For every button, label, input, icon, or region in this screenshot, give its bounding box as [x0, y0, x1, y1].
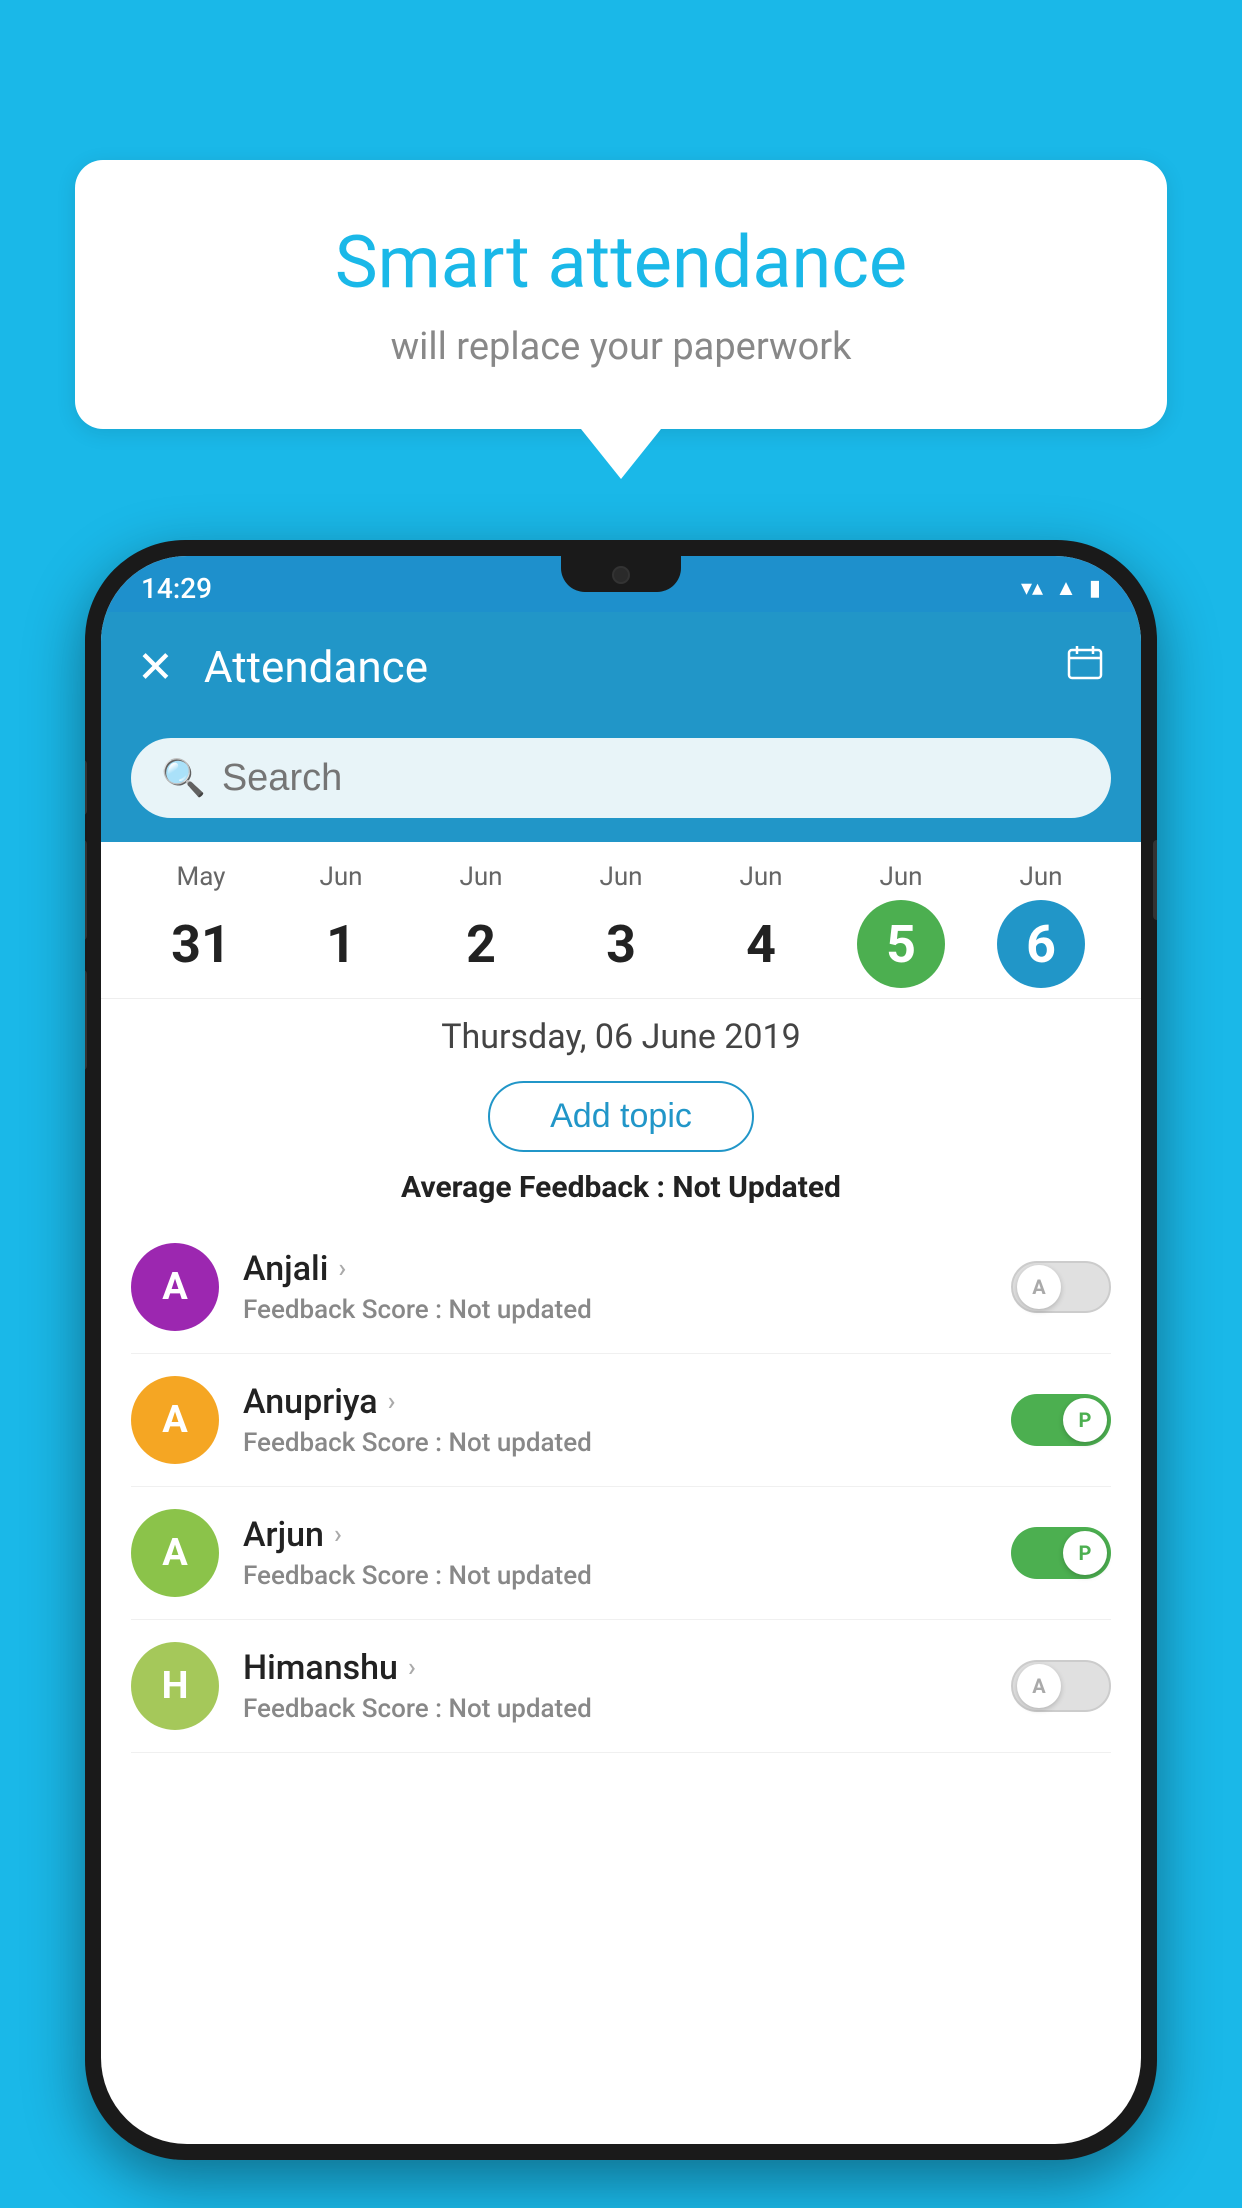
phone-side-btn-left-2	[85, 840, 87, 940]
calendar-date-5: 5	[857, 900, 945, 988]
speech-bubble-subtitle: will replace your paperwork	[155, 325, 1087, 369]
wifi-icon: ▾▴	[1021, 576, 1043, 601]
student-info-anupriya: Anupriya › Feedback Score : Not updated	[243, 1382, 987, 1458]
student-info-himanshu: Himanshu › Feedback Score : Not updated	[243, 1648, 987, 1724]
student-item-anjali[interactable]: A Anjali › Feedback Score : Not updated	[131, 1221, 1111, 1354]
app-bar: ✕ Attendance	[101, 612, 1141, 722]
chevron-right-icon: ›	[388, 1387, 396, 1417]
avatar-arjun: A	[131, 1509, 219, 1597]
chevron-right-icon: ›	[408, 1653, 416, 1683]
signal-icon: ▲	[1055, 575, 1077, 601]
student-name-himanshu: Himanshu ›	[243, 1648, 987, 1688]
student-name-anupriya: Anupriya ›	[243, 1382, 987, 1422]
search-bar[interactable]: 🔍	[131, 738, 1111, 818]
toggle-arjun[interactable]: P	[1011, 1527, 1111, 1579]
calendar-strip: May 31 Jun 1 Jun 2 Jun 3 Jun 4	[101, 842, 1141, 998]
calendar-day-4[interactable]: Jun 4	[691, 862, 831, 988]
calendar-month-4: Jun	[691, 862, 831, 892]
phone-notch	[561, 556, 681, 592]
screen-content: 14:29 ▾▴ ▲ ▮ ✕ Attendance	[101, 556, 1141, 2144]
speech-bubble-container: Smart attendance will replace your paper…	[75, 160, 1167, 479]
student-info-anjali: Anjali › Feedback Score : Not updated	[243, 1249, 987, 1325]
close-button[interactable]: ✕	[137, 641, 174, 693]
phone-side-btn-right	[1153, 840, 1157, 920]
student-feedback-anupriya: Feedback Score : Not updated	[243, 1428, 987, 1458]
battery-icon: ▮	[1089, 576, 1101, 601]
average-feedback-label: Average Feedback : Not Updated	[101, 1170, 1141, 1205]
calendar-date-6: 6	[997, 900, 1085, 988]
average-feedback-value: Not Updated	[672, 1170, 841, 1205]
toggle-knob-anupriya: P	[1063, 1398, 1107, 1442]
calendar-date-2: 2	[437, 900, 525, 988]
student-item-himanshu[interactable]: H Himanshu › Feedback Score : Not update…	[131, 1620, 1111, 1753]
status-icons: ▾▴ ▲ ▮	[1021, 575, 1101, 601]
phone-screen: 14:29 ▾▴ ▲ ▮ ✕ Attendance	[101, 556, 1141, 2144]
calendar-day-0[interactable]: May 31	[131, 862, 271, 988]
search-input[interactable]	[222, 757, 1081, 800]
toggle-himanshu[interactable]: A	[1011, 1660, 1111, 1712]
student-item-arjun[interactable]: A Arjun › Feedback Score : Not updated	[131, 1487, 1111, 1620]
app-bar-title: Attendance	[204, 641, 1035, 693]
calendar-month-5: Jun	[831, 862, 971, 892]
chevron-right-icon: ›	[338, 1254, 346, 1284]
student-name-anjali: Anjali ›	[243, 1249, 987, 1289]
calendar-date-0: 31	[157, 900, 245, 988]
calendar-date-3: 3	[577, 900, 665, 988]
calendar-icon[interactable]	[1065, 642, 1105, 692]
speech-bubble-arrow	[581, 429, 661, 479]
chevron-right-icon: ›	[334, 1520, 342, 1550]
phone-side-btn-left-3	[85, 970, 87, 1070]
calendar-month-6: Jun	[971, 862, 1111, 892]
attendance-toggle-anjali[interactable]: A	[1011, 1261, 1111, 1313]
search-bar-container: 🔍	[101, 722, 1141, 842]
calendar-day-6[interactable]: Jun 6	[971, 862, 1111, 988]
notch-camera	[612, 566, 630, 584]
student-name-arjun: Arjun ›	[243, 1515, 987, 1555]
student-item-anupriya[interactable]: A Anupriya › Feedback Score : Not update…	[131, 1354, 1111, 1487]
attendance-toggle-arjun[interactable]: P	[1011, 1527, 1111, 1579]
add-topic-button[interactable]: Add topic	[488, 1081, 754, 1152]
avatar-anjali: A	[131, 1243, 219, 1331]
calendar-month-1: Jun	[271, 862, 411, 892]
calendar-day-2[interactable]: Jun 2	[411, 862, 551, 988]
attendance-toggle-anupriya[interactable]: P	[1011, 1394, 1111, 1446]
attendance-toggle-himanshu[interactable]: A	[1011, 1660, 1111, 1712]
phone-frame: 14:29 ▾▴ ▲ ▮ ✕ Attendance	[85, 540, 1157, 2160]
toggle-knob-anjali: A	[1017, 1265, 1061, 1309]
student-feedback-anjali: Feedback Score : Not updated	[243, 1295, 987, 1325]
toggle-knob-arjun: P	[1063, 1531, 1107, 1575]
student-info-arjun: Arjun › Feedback Score : Not updated	[243, 1515, 987, 1591]
avatar-anupriya: A	[131, 1376, 219, 1464]
student-list: A Anjali › Feedback Score : Not updated	[101, 1221, 1141, 1753]
search-icon: 🔍	[161, 757, 206, 799]
calendar-month-2: Jun	[411, 862, 551, 892]
toggle-knob-himanshu: A	[1017, 1664, 1061, 1708]
calendar-month-0: May	[131, 862, 271, 892]
toggle-anupriya[interactable]: P	[1011, 1394, 1111, 1446]
selected-date: Thursday, 06 June 2019	[101, 998, 1141, 1069]
student-feedback-himanshu: Feedback Score : Not updated	[243, 1694, 987, 1724]
calendar-day-3[interactable]: Jun 3	[551, 862, 691, 988]
status-time: 14:29	[141, 572, 212, 605]
student-feedback-arjun: Feedback Score : Not updated	[243, 1561, 987, 1591]
speech-bubble-title: Smart attendance	[155, 220, 1087, 305]
calendar-day-1[interactable]: Jun 1	[271, 862, 411, 988]
avatar-himanshu: H	[131, 1642, 219, 1730]
calendar-date-4: 4	[717, 900, 805, 988]
toggle-anjali[interactable]: A	[1011, 1261, 1111, 1313]
phone-side-btn-left-1	[85, 760, 87, 815]
calendar-date-1: 1	[297, 900, 385, 988]
calendar-month-3: Jun	[551, 862, 691, 892]
average-feedback-text: Average Feedback :	[401, 1170, 665, 1205]
speech-bubble: Smart attendance will replace your paper…	[75, 160, 1167, 429]
calendar-day-5[interactable]: Jun 5	[831, 862, 971, 988]
